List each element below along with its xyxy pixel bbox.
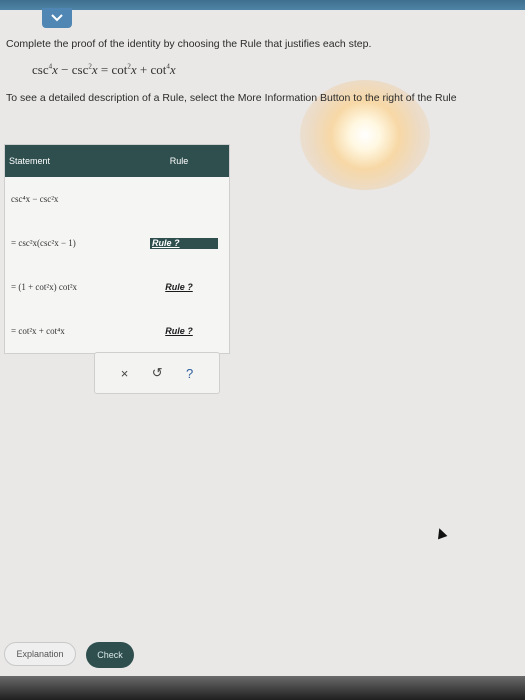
rule-cell: Rule ? bbox=[129, 282, 229, 292]
table-row: = cot²x + cot⁴x Rule ? bbox=[5, 309, 229, 353]
rule-cell: Rule ? bbox=[129, 326, 229, 336]
table-row: = csc²x(csc²x − 1) Rule ? bbox=[5, 221, 229, 265]
proof-table-header: Statement Rule bbox=[5, 145, 229, 177]
chevron-down-icon bbox=[51, 14, 63, 22]
header-rule: Rule bbox=[169, 156, 189, 166]
rule-select-button[interactable]: Rule ? bbox=[165, 282, 193, 292]
hint-text: To see a detailed description of a Rule,… bbox=[6, 92, 457, 104]
help-icon[interactable]: ? bbox=[180, 365, 199, 382]
explanation-button[interactable]: Explanation bbox=[4, 642, 76, 666]
action-toolbar: × ↺ ? bbox=[94, 352, 220, 394]
bottom-button-bar: Explanation Check bbox=[0, 638, 525, 674]
bottom-bezel bbox=[0, 676, 525, 700]
header-statement: Statement bbox=[9, 156, 51, 166]
mouse-cursor bbox=[434, 526, 448, 540]
rule-select-button[interactable]: Rule ? bbox=[150, 237, 218, 249]
collapse-tab[interactable] bbox=[42, 8, 72, 28]
close-icon[interactable]: × bbox=[115, 365, 135, 382]
instructions-text: Complete the proof of the identity by ch… bbox=[6, 38, 372, 50]
rule-select-button[interactable]: Rule ? bbox=[165, 326, 193, 336]
statement-cell: = csc²x(csc²x − 1) bbox=[11, 238, 76, 248]
statement-cell: = (1 + cot²x) cot²x bbox=[11, 282, 78, 292]
table-row: csc⁴x − csc²x bbox=[5, 177, 229, 221]
check-button[interactable]: Check bbox=[86, 642, 134, 668]
statement-cell: csc⁴x − csc²x bbox=[11, 194, 59, 204]
statement-cell: = cot²x + cot⁴x bbox=[11, 326, 65, 336]
proof-table: Statement Rule csc⁴x − csc²x = csc²x(csc… bbox=[4, 144, 230, 354]
top-bar bbox=[0, 0, 525, 10]
undo-icon[interactable]: ↺ bbox=[146, 364, 169, 382]
identity-expression: csc4x − csc2x = cot2x + cot4x bbox=[32, 62, 176, 77]
table-row: = (1 + cot²x) cot²x Rule ? bbox=[5, 265, 229, 309]
rule-cell: Rule ? bbox=[129, 237, 229, 249]
